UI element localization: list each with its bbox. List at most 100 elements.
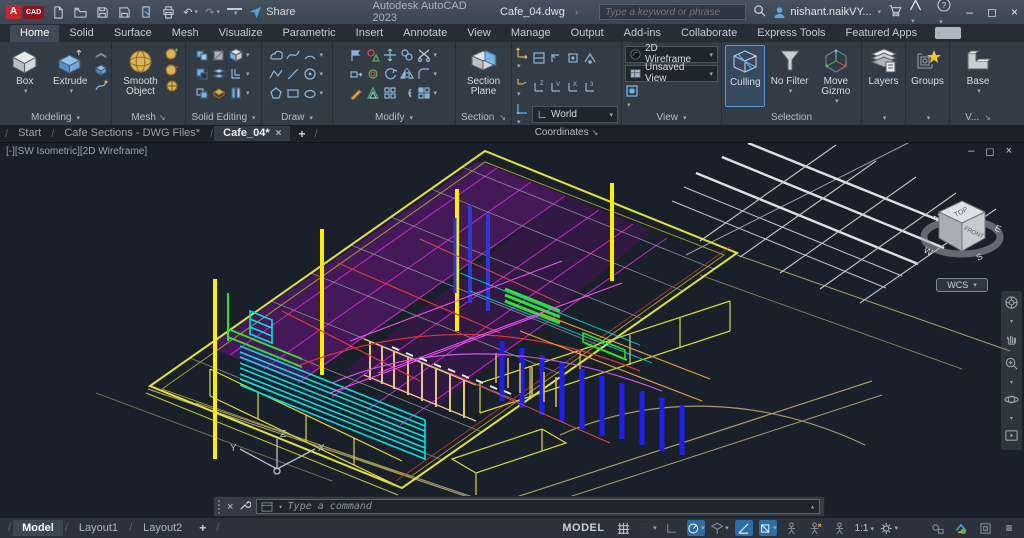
subtract-icon[interactable] [195,67,212,81]
orbit-icon[interactable] [1004,392,1019,410]
groups-button[interactable]: Groups [909,45,946,107]
tab-home[interactable]: Home [10,25,59,42]
command-input[interactable]: ▾ Type a command ▴ [256,499,820,514]
polysolid-icon[interactable] [94,47,108,61]
isolate-objects-icon[interactable] [928,520,946,536]
ellipse-icon[interactable] [303,86,326,100]
panel-label-coordinates[interactable]: Coordinates [512,127,621,138]
panel-label-modify[interactable]: Modify [333,110,455,125]
zoom-caret-icon[interactable]: ▾ [1010,381,1013,385]
spline-icon[interactable] [286,48,303,62]
panel-label-draw[interactable]: Draw [262,110,332,125]
close-button[interactable]: × [1011,5,1018,19]
move-gizmo-button[interactable]: Move Gizmo [814,45,858,107]
viewport-close-button[interactable]: × [1006,145,1012,158]
tab-express-tools[interactable]: Express Tools [747,25,835,42]
pan-icon[interactable] [1004,331,1019,349]
search-icon[interactable] [753,4,766,20]
polar-tracking-icon[interactable] [687,520,705,536]
undo-icon[interactable]: ↶ [183,5,198,20]
refine-mesh-icon[interactable] [165,79,179,93]
zoom-icon[interactable] [1004,356,1019,374]
file-tab-close-icon[interactable]: × [276,128,282,139]
app-store-icon[interactable] [888,4,902,20]
viewport-minimize-button[interactable]: – [968,145,974,158]
tab-output[interactable]: Output [561,25,614,42]
viewport-maximize-button[interactable]: ◻ [985,145,994,158]
shell-icon[interactable] [212,67,229,81]
command-close-icon[interactable]: × [227,501,233,513]
customization-plus-icon[interactable] [904,520,922,536]
new-file-icon[interactable] [51,5,66,20]
autodesk-menu-icon[interactable] [909,0,930,26]
polyline-icon[interactable] [269,67,286,81]
snap-mode-icon[interactable] [639,520,657,536]
panel-label-view[interactable]: View [622,110,721,125]
open-folder-icon[interactable] [73,5,88,20]
file-tab[interactable]: Cafe Sections - DWG Files* [55,126,209,141]
object-snap-icon[interactable] [759,520,777,536]
tab-collaborate[interactable]: Collaborate [671,25,747,42]
print-icon[interactable] [161,5,176,20]
stretch-icon[interactable] [349,67,366,81]
rectangle-icon[interactable] [286,86,303,100]
ucs-origin-icon[interactable] [515,73,529,99]
annotation-autoscale-icon[interactable] [807,520,825,536]
drawing-canvas[interactable]: Z X Y [-][SW Isometric][2D Wireframe] – … [0,142,1024,518]
edit-polyline-icon[interactable] [349,48,366,62]
annotation-scale-value[interactable]: 1:1 [855,523,874,534]
status-menu-icon[interactable]: ≡ [1000,520,1018,536]
redo-icon[interactable]: ↷ [205,5,220,20]
navbar-caret-icon[interactable]: ▾ [1010,320,1013,324]
object-snap-tracking-icon[interactable] [735,520,753,536]
model-space-label[interactable]: MODEL [562,522,604,534]
panel-label-section[interactable]: Section [456,110,511,125]
ucs-3point-icon[interactable]: 3 [583,79,597,93]
wcs-menu[interactable]: WCS [936,278,988,292]
steering-wheel-icon[interactable] [1004,295,1019,313]
ribbon-tab-overflow[interactable] [935,27,961,39]
annotation-visibility-icon[interactable] [783,520,801,536]
ucs-x-icon[interactable]: X [566,79,580,93]
tab-annotate[interactable]: Annotate [393,25,457,42]
maximize-button[interactable]: ◻ [987,5,997,19]
extrude-faces-icon[interactable] [229,48,252,62]
layers-button[interactable]: Layers [865,45,902,107]
ucs-z-axis-icon[interactable]: Z [532,79,546,93]
trim-icon[interactable] [417,48,440,62]
search-input[interactable] [599,4,746,20]
visual-style-select[interactable]: 2D Wireframe [625,46,718,63]
panel-label-solid-editing[interactable]: Solid Editing [186,110,261,125]
rotate-icon[interactable] [383,67,400,81]
presspull-icon[interactable] [94,63,108,77]
base-button[interactable]: Base [956,45,1000,107]
circle-icon[interactable] [303,67,326,81]
mirror-icon[interactable] [400,67,417,81]
ucs-icon[interactable] [515,45,529,71]
taper-faces-icon[interactable] [229,86,252,100]
save-as-icon[interactable] [117,5,132,20]
culling-button[interactable]: Culling [725,45,765,107]
workspace-gear-icon[interactable] [880,520,898,536]
ucs-world-icon[interactable] [532,51,546,65]
fillet-edge-icon[interactable] [212,86,229,100]
section-plane-button[interactable]: Section Plane [459,45,508,107]
3d-rotate-icon[interactable] [366,67,383,81]
isodraft-icon[interactable] [711,520,729,536]
tab-parametric[interactable]: Parametric [272,25,345,42]
ortho-mode-icon[interactable] [663,520,681,536]
tab-visualize[interactable]: Visualize [209,25,273,42]
panel-label-mesh[interactable]: Mesh [112,110,185,125]
tab-insert[interactable]: Insert [346,25,394,42]
viewport-config-icon[interactable] [625,84,639,110]
panel-label-view-tools[interactable]: V... [950,110,1006,125]
tab-view[interactable]: View [457,25,501,42]
file-tab[interactable]: Cafe_04*× [214,126,290,141]
array-icon[interactable] [417,86,440,100]
new-file-tab-button[interactable]: + [290,127,313,141]
help-icon[interactable]: ? [937,0,959,27]
tab-solid[interactable]: Solid [59,25,103,42]
panel-label-groups[interactable] [906,110,949,125]
showmotion-icon[interactable] [1004,428,1019,446]
tab-featured-apps[interactable]: Featured Apps [836,25,928,42]
